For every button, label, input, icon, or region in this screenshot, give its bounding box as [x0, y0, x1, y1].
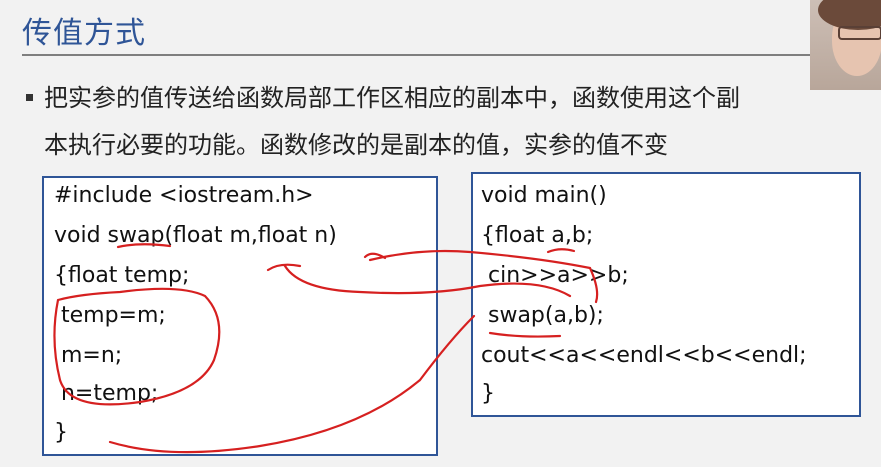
main-function-code-box [471, 172, 861, 417]
code-line: n=temp; [54, 381, 159, 406]
code-line: cin>>a>>b; [481, 263, 629, 288]
code-line: temp=m; [54, 303, 166, 328]
bullet-icon [26, 94, 33, 101]
code-line: void main() [481, 183, 607, 208]
code-line: {float temp; [54, 263, 190, 288]
title-divider [22, 54, 812, 56]
code-line: #include <iostream.h> [54, 183, 314, 208]
code-line: {float a,b; [481, 223, 594, 248]
bullet-text-line-2: 本执行必要的功能。函数修改的是副本的值，实参的值不变 [44, 131, 668, 159]
code-line: } [481, 381, 495, 406]
code-line: void swap(float m,float n) [54, 223, 337, 248]
code-line: cout<<a<<endl<<b<<endl; [481, 343, 807, 368]
code-line: m=n; [54, 343, 123, 368]
slide-title: 传值方式 [22, 16, 146, 51]
glasses-icon [838, 26, 881, 40]
bullet-text-line-1: 把实参的值传送给函数局部工作区相应的副本中，函数使用这个副 [44, 84, 740, 112]
code-line: } [54, 420, 68, 445]
presenter-webcam-overlay [810, 0, 881, 90]
code-line: swap(a,b); [481, 303, 604, 328]
